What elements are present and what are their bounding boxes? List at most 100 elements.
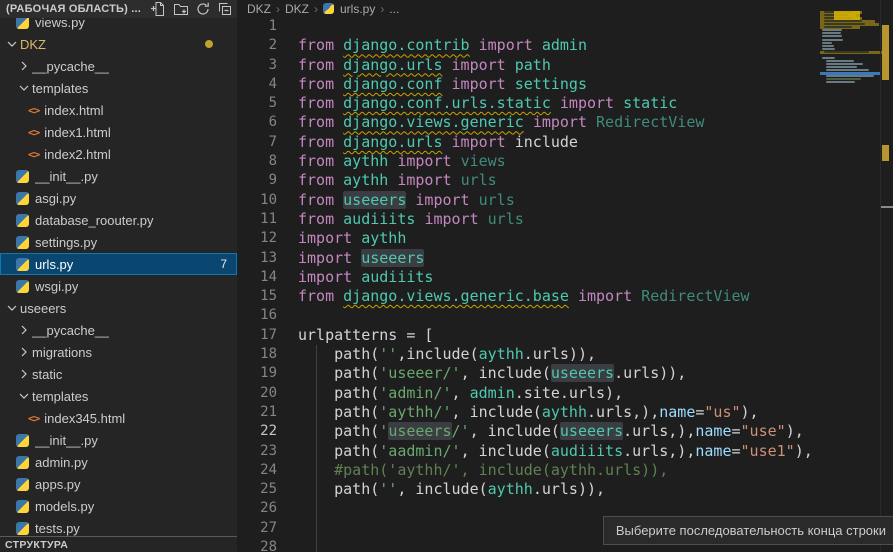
- tree-file-database-roouter-py[interactable]: database_roouter.py: [0, 209, 237, 231]
- breadcrumb-segment[interactable]: ...: [389, 2, 399, 16]
- python-file-icon: [16, 170, 29, 183]
- line-content: from django.urls import path: [277, 56, 551, 75]
- code-line-9[interactable]: 9from aythh import urls: [237, 171, 893, 190]
- tree-item-label: static: [32, 367, 62, 382]
- tree-item-label: __init__.py: [35, 169, 98, 184]
- refresh-icon[interactable]: [195, 1, 211, 17]
- minimap-line: [820, 51, 885, 54]
- line-content: #path('aythh/', include(aythh.urls)),: [277, 461, 668, 480]
- code-line-15[interactable]: 15from django.views.generic.base import …: [237, 287, 893, 306]
- code-line-20[interactable]: 20 path('admin/', admin.site.urls),: [237, 384, 893, 403]
- code-line-24[interactable]: 24 #path('aythh/', include(aythh.urls)),: [237, 461, 893, 480]
- tree-folder--pycache-[interactable]: __pycache__: [0, 55, 237, 77]
- code-line-13[interactable]: 13import useeers: [237, 249, 893, 268]
- tree-file-models-py[interactable]: models.py: [0, 495, 237, 517]
- tree-file-tests-py[interactable]: tests.py: [0, 517, 237, 537]
- line-number: 2: [237, 36, 277, 55]
- vscode-window: (РАБОЧАЯ ОБЛАСТЬ) ...: [0, 0, 893, 552]
- chevron-down-icon: [16, 388, 32, 404]
- new-folder-icon[interactable]: [173, 1, 189, 17]
- tree-item-label: wsgi.py: [35, 279, 78, 294]
- breadcrumb-segment[interactable]: DKZ: [285, 2, 309, 16]
- tree-folder-templates[interactable]: templates: [0, 385, 237, 407]
- line-number: 24: [237, 461, 277, 480]
- line-number: 28: [237, 538, 277, 552]
- line-number: 7: [237, 133, 277, 152]
- tree-folder-migrations[interactable]: migrations: [0, 341, 237, 363]
- tree-folder-useeers[interactable]: useeers: [0, 297, 237, 319]
- tree-file-wsgi-py[interactable]: wsgi.py: [0, 275, 237, 297]
- code-line-12[interactable]: 12import aythh: [237, 229, 893, 248]
- code-line-6[interactable]: 6from django.views.generic import Redire…: [237, 113, 893, 132]
- tree-file-index2-html[interactable]: <>index2.html: [0, 143, 237, 165]
- tree-file-apps-py[interactable]: apps.py: [0, 473, 237, 495]
- collapse-all-icon[interactable]: [217, 1, 233, 17]
- tree-file-urls-py[interactable]: urls.py7: [0, 253, 237, 275]
- overview-ruler[interactable]: [880, 0, 893, 552]
- code-line-5[interactable]: 5from django.conf.urls.static import sta…: [237, 94, 893, 113]
- tree-folder-templates[interactable]: templates: [0, 77, 237, 99]
- tree-item-label: __init__.py: [35, 433, 98, 448]
- tree-file-views-py[interactable]: views.py: [0, 18, 237, 33]
- chevron-down-icon: [4, 36, 20, 52]
- minimap-current-line: [820, 72, 881, 75]
- line-content: path('', include(aythh.urls)),: [277, 480, 605, 499]
- tree-item-label: admin.py: [35, 455, 88, 470]
- tree-file--init-py[interactable]: __init__.py: [0, 429, 237, 451]
- indent-guide: [316, 345, 317, 552]
- code-line-25[interactable]: 25 path('', include(aythh.urls)),: [237, 480, 893, 499]
- tree-file-index345-html[interactable]: <>index345.html: [0, 407, 237, 429]
- breadcrumb[interactable]: DKZ›DKZ›urls.py›...: [237, 0, 893, 17]
- code-line-17[interactable]: 17urlpatterns = [: [237, 326, 893, 345]
- tree-file-index-html[interactable]: <>index.html: [0, 99, 237, 121]
- code-line-18[interactable]: 18 path('',include(aythh.urls)),: [237, 345, 893, 364]
- code-line-14[interactable]: 14import audiiits: [237, 268, 893, 287]
- workspace-section-header[interactable]: (РАБОЧАЯ ОБЛАСТЬ) ...: [0, 0, 237, 18]
- code-line-1[interactable]: 1: [237, 17, 893, 36]
- breadcrumb-segment[interactable]: urls.py: [340, 2, 375, 16]
- code-line-7[interactable]: 7from django.urls import include: [237, 133, 893, 152]
- code-line-21[interactable]: 21 path('aythh/', include(aythh.urls,),n…: [237, 403, 893, 422]
- tree-folder--pycache-[interactable]: __pycache__: [0, 319, 237, 341]
- line-number: 15: [237, 287, 277, 306]
- ruler-mark: [881, 206, 893, 208]
- minimap[interactable]: [820, 8, 881, 98]
- line-number: 6: [237, 113, 277, 132]
- tree-item-label: DKZ: [20, 37, 46, 52]
- code-line-8[interactable]: 8from aythh import views: [237, 152, 893, 171]
- tree-item-label: useeers: [20, 301, 66, 316]
- breadcrumb-segment[interactable]: DKZ: [247, 2, 271, 16]
- code-line-2[interactable]: 2from django.contrib import admin: [237, 36, 893, 55]
- tree-file-index1-html[interactable]: <>index1.html: [0, 121, 237, 143]
- code-line-11[interactable]: 11from audiiits import urls: [237, 210, 893, 229]
- line-number: 11: [237, 210, 277, 229]
- code-line-16[interactable]: 16: [237, 306, 893, 325]
- new-file-icon[interactable]: [151, 1, 167, 17]
- python-file-icon: [16, 500, 29, 513]
- tree-folder-dkz[interactable]: DKZ: [0, 33, 237, 55]
- tree-file-settings-py[interactable]: settings.py: [0, 231, 237, 253]
- outline-section-header[interactable]: СТРУКТУРА: [0, 536, 237, 552]
- code-line-10[interactable]: 10from useeers import urls: [237, 191, 893, 210]
- line-number: 5: [237, 94, 277, 113]
- html-file-icon: <>: [28, 148, 39, 161]
- tree-file-asgi-py[interactable]: asgi.py: [0, 187, 237, 209]
- code-line-23[interactable]: 23 path('aadmin/', include(audiiits.urls…: [237, 442, 893, 461]
- code-line-22[interactable]: 22 path('useeers/', include(useeers.urls…: [237, 422, 893, 441]
- tree-item-label: index.html: [44, 103, 103, 118]
- line-content: from aythh import views: [277, 152, 506, 171]
- code-line-4[interactable]: 4from django.conf import settings: [237, 75, 893, 94]
- tree-folder-static[interactable]: static: [0, 363, 237, 385]
- chevron-right-icon: [16, 344, 32, 360]
- editor-pane: DKZ›DKZ›urls.py›... 12from django.contri…: [237, 0, 893, 552]
- tree-item-label: settings.py: [35, 235, 97, 250]
- code-line-3[interactable]: 3from django.urls import path: [237, 56, 893, 75]
- tree-item-label: index345.html: [44, 411, 125, 426]
- code-area[interactable]: 12from django.contrib import admin3from …: [237, 17, 893, 552]
- breadcrumb-separator: ›: [274, 2, 282, 16]
- line-content: from django.contrib import admin: [277, 36, 587, 55]
- code-line-19[interactable]: 19 path('useeer/', include(useeers.urls)…: [237, 364, 893, 383]
- tree-file--init-py[interactable]: __init__.py: [0, 165, 237, 187]
- line-content: from aythh import urls: [277, 171, 497, 190]
- tree-file-admin-py[interactable]: admin.py: [0, 451, 237, 473]
